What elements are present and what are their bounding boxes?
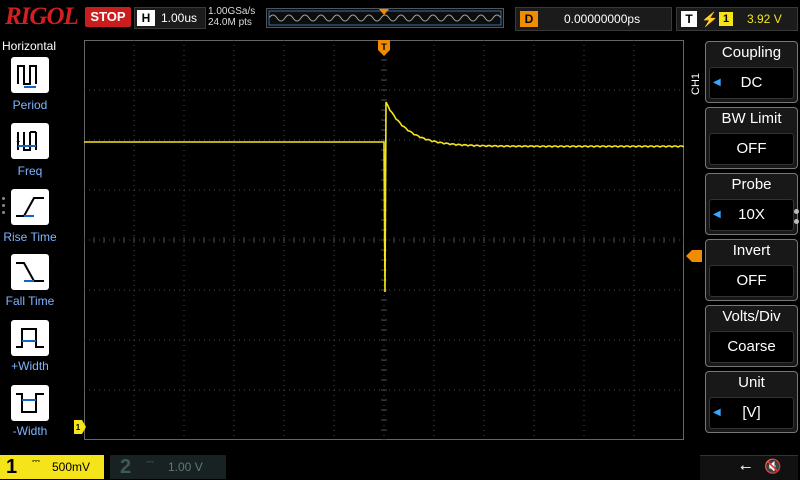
probe-menu[interactable]: Probe ◀ 10X	[705, 173, 798, 235]
channel-tag: CH1	[690, 73, 702, 96]
memory-depth: 24.0M pts	[208, 17, 252, 28]
dc-coupling-icon: ⎓	[32, 456, 40, 467]
negative-width-label: -Width	[12, 424, 48, 438]
page-dots	[2, 197, 6, 218]
horizontal-scale-box[interactable]: H 1.00us	[134, 7, 206, 29]
page-dot	[794, 209, 799, 214]
coupling-header: Coupling	[721, 44, 782, 61]
dc-coupling-icon: ⎓	[146, 457, 154, 468]
trigger-level-marker[interactable]	[686, 250, 702, 262]
probe-value-box[interactable]: ◀ 10X	[709, 199, 794, 231]
memory-overview-waveform	[268, 9, 502, 26]
ch1-scale: 500mV	[52, 460, 91, 474]
memory-overview-strip[interactable]	[266, 8, 504, 28]
horizontal-measure-panel: Horizontal Period 1 Freq Rise Time Fall …	[0, 37, 60, 451]
bw-limit-value-box[interactable]: OFF	[709, 133, 794, 165]
ch1-number: 1	[6, 456, 18, 478]
probe-value: 10X	[738, 206, 765, 223]
frequency-icon: 1	[16, 131, 37, 151]
rigol-logo: RIGOL	[5, 3, 79, 30]
arrow-left-icon: ◀	[713, 407, 721, 418]
coupling-value-box[interactable]: ◀ DC	[709, 67, 794, 99]
horizontal-scale-value: 1.00us	[161, 11, 198, 25]
volts-div-header: Volts/Div	[722, 308, 781, 325]
positive-width-label: +Width	[11, 359, 49, 373]
top-status-bar: RIGOL STOP H 1.00us 1.00GSa/s 24.0M pts D…	[0, 0, 800, 36]
delay-value: 0.00000000ps	[564, 12, 641, 26]
unit-value-box[interactable]: ◀ [V]	[709, 397, 794, 429]
freq-label: Freq	[17, 164, 43, 178]
invert-header: Invert	[732, 242, 771, 259]
positive-width-icon	[16, 328, 44, 348]
volts-div-value: Coarse	[727, 338, 776, 355]
volts-div-menu[interactable]: Volts/Div Coarse	[705, 305, 798, 367]
positive-width-button[interactable]	[11, 320, 49, 356]
svg-text:1: 1	[76, 423, 81, 432]
arrow-left-icon: ◀	[713, 209, 721, 220]
coupling-menu[interactable]: Coupling ◀ DC	[705, 41, 798, 103]
delay-key: D	[520, 11, 538, 27]
unit-menu[interactable]: Unit ◀ [V]	[705, 371, 798, 433]
waveform-display[interactable]	[84, 40, 684, 440]
period-button[interactable]	[11, 57, 49, 93]
trigger-source: 1	[719, 12, 733, 26]
svg-text:T: T	[381, 42, 387, 52]
trigger-level: 3.92 V	[747, 12, 782, 26]
fall-time-button[interactable]	[11, 254, 49, 290]
bw-limit-value: OFF	[736, 140, 767, 157]
mute-icon: 🔇	[764, 458, 782, 474]
fall-time-icon	[16, 262, 44, 282]
unit-value: [V]	[742, 404, 761, 421]
invert-value: OFF	[736, 272, 767, 289]
acquisition-info: 1.00GSa/s 24.0M pts	[208, 6, 268, 28]
usb-icon: ⭠	[740, 458, 752, 474]
arrow-left-icon: ◀	[713, 77, 721, 88]
ch1-status-box[interactable]: 1 ⎓ 500mV	[0, 455, 104, 479]
coupling-value: DC	[740, 74, 763, 91]
horizontal-key: H	[137, 10, 155, 26]
period-label: Period	[12, 98, 48, 112]
rising-edge-icon: ⚡	[701, 11, 719, 27]
fall-time-label: Fall Time	[5, 294, 55, 308]
invert-value-box[interactable]: OFF	[709, 265, 794, 297]
ch2-status-box[interactable]: 2 ⎓ 1.00 V	[110, 455, 226, 479]
system-status-area: ⭠ 🔇	[700, 455, 798, 480]
bw-limit-header: BW Limit	[721, 110, 782, 127]
ch2-number: 2	[120, 456, 132, 478]
unit-header: Unit	[738, 374, 765, 391]
probe-header: Probe	[731, 176, 772, 193]
invert-menu[interactable]: Invert OFF	[705, 239, 798, 301]
trigger-box[interactable]: T ⚡ 1 3.92 V	[676, 7, 798, 31]
run-stop-indicator[interactable]: STOP	[85, 7, 131, 27]
period-icon	[17, 65, 37, 88]
panel-title: Horizontal	[2, 39, 57, 53]
freq-button[interactable]: 1	[11, 123, 49, 159]
rise-time-label: Rise Time	[3, 230, 57, 244]
trigger-position-marker	[379, 9, 389, 15]
volts-div-value-box[interactable]: Coarse	[709, 331, 794, 363]
rise-time-button[interactable]	[11, 189, 49, 225]
ch2-scale: 1.00 V	[168, 460, 203, 474]
page-dot	[794, 219, 799, 224]
trigger-key: T	[681, 11, 697, 27]
sample-rate: 1.00GSa/s	[208, 6, 256, 17]
bw-limit-menu[interactable]: BW Limit OFF	[705, 107, 798, 169]
ch1-offset-marker[interactable]: 1	[74, 420, 86, 434]
negative-width-button[interactable]	[11, 385, 49, 421]
negative-width-icon	[16, 393, 44, 413]
delay-box[interactable]: D 0.00000000ps	[515, 7, 672, 31]
svg-text:1: 1	[16, 135, 21, 144]
rise-time-icon	[16, 197, 44, 217]
trigger-time-marker[interactable]: T	[378, 40, 390, 56]
